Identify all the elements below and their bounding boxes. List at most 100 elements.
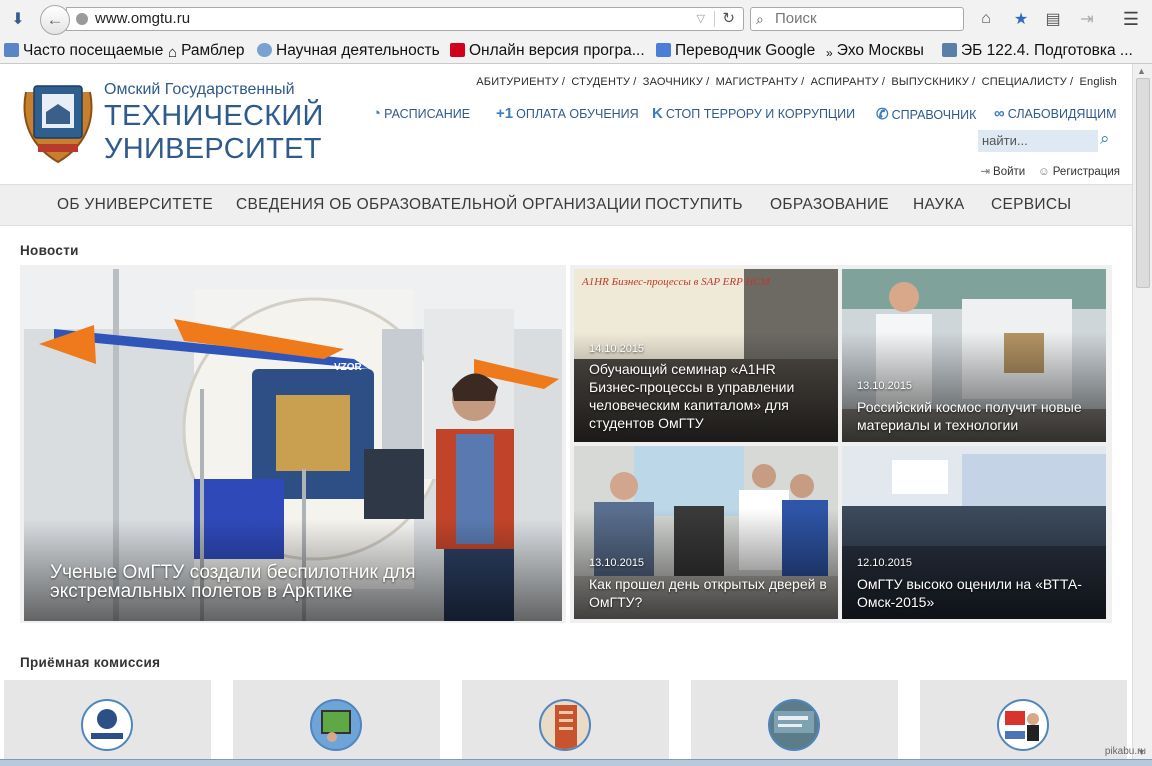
bookmark-item[interactable]: ⌂ Рамблер [168,42,244,61]
register-link[interactable]: ☺ Регистрация [1038,166,1120,178]
bookmarks-bar: Часто посещаемые ⌂ Рамблер Научная деятел… [0,38,1152,64]
featured-news-card[interactable]: VZOR Ученые ОмГТУ создали беспилотник дл… [24,269,562,621]
house-icon: ⌂ [168,44,178,61]
bookmark-item[interactable]: Онлайн версия програ... [450,42,645,60]
admissions-card[interactable] [233,680,440,759]
bookmarks-menu-icon[interactable]: ▤ [1042,8,1064,30]
search-icon: ⌕ [756,11,764,27]
logo-line2: ТЕХНИЧЕСКИЙ [104,100,324,132]
login-icon: ⇥ [980,166,991,178]
back-arrow-icon: ← [46,10,64,29]
reload-icon[interactable]: ↻ [722,8,735,30]
admissions-card[interactable] [920,680,1127,759]
taskbar-edge [0,759,1152,766]
audience-nav: АБИТУРИЕНТУ / СТУДЕНТУ / ЗАОЧНИКУ / МАГИСТР… [476,76,1117,88]
site-search-icon[interactable]: ⌕ [1100,129,1110,149]
quicklink-directory[interactable]: ✆ СПРАВОЧНИК [876,105,976,123]
scrollbar-thumb[interactable] [1136,78,1150,288]
news-title: ОмГТУ высоко оценили на «ВТТА-Омск-2015» [857,576,1082,610]
browser-search-placeholder: Поиск [775,10,817,27]
nav-specialist[interactable]: СПЕЦИАЛИСТУ [982,76,1067,88]
logo-line1: Омский Государственный [104,81,295,98]
folder-icon [4,43,19,57]
echo-icon: » [826,46,833,60]
nav-graduate[interactable]: ВЫПУСКНИКУ [891,76,969,88]
nav-english[interactable]: English [1080,76,1117,88]
quicklink-schedule[interactable]: ◔ РАСПИСАНИЕ [372,105,470,122]
nav-postgraduate[interactable]: АСПИРАНТУ [811,76,879,88]
page-scrollbar[interactable]: ▲ ▼ [1132,64,1152,759]
bookmark-star-icon[interactable]: ★ [1010,8,1032,30]
auth-links: ⇥ Войти ☺ Регистрация [980,164,1120,178]
news-title: Российский космос получит новые материал… [857,399,1082,433]
news-title: Обучающий семинар «A1HR Бизнес-процессы … [589,361,795,431]
featured-news: VZOR Ученые ОмГТУ создали беспилотник дл… [20,265,566,623]
nav-applicant[interactable]: АБИТУРИЕНТУ [476,76,559,88]
featured-news-caption: Ученые ОмГТУ создали беспилотник для экс… [50,562,416,602]
news-date: 13.10.2015 [589,557,645,569]
home-icon[interactable]: ⌂ [975,8,997,30]
main-menu: ОБ УНИВЕРСИТЕТЕ СВЕДЕНИЯ ОБ ОБРАЗОВАТЕЛЬ… [0,184,1132,226]
news-heading: Новости [20,243,79,258]
globe-icon [76,13,88,25]
glasses-icon: ∞ [994,105,1005,122]
sign-icon [768,699,820,751]
pocket-icon[interactable]: ⇥ [1076,8,1098,30]
nav-master[interactable]: МАГИСТРАНТУ [716,76,798,88]
bookmark-item[interactable]: » Эхо Москвы [826,42,924,60]
quicklink-payment[interactable]: +1 ОПЛАТА ОБУЧЕНИЯ [496,105,639,122]
news-date: 13.10.2015 [857,380,913,392]
tablet-icon [310,699,362,751]
news-tile[interactable]: 13.10.2015 Российский космос получит нов… [842,269,1106,442]
news-tile[interactable]: 12.10.2015 ОмГТУ высоко оценили на «ВТТА… [842,446,1106,619]
building-icon [539,699,591,751]
physics-lyceum-icon [81,699,133,751]
library-icon [942,43,957,57]
bookmark-item[interactable]: ЭБ 122.4. Подготовка ... [942,42,1133,60]
browser-search-input[interactable]: ⌕ Поиск [750,7,964,31]
menu-org-info[interactable]: СВЕДЕНИЯ ОБ ОБРАЗОВАТЕЛЬНОЙ ОРГАНИЗАЦИИ [236,196,641,214]
bookmark-item[interactable]: Часто посещаемые [4,42,163,60]
url-text: www.omgtu.ru [95,10,191,27]
news-tile[interactable]: 13.10.2015 Как прошел день открытых двер… [574,446,838,619]
news-grid: A1HR Бизнес-процессы в SAP ERP HCM 14.10… [570,265,1112,623]
menu-education[interactable]: ОБРАЗОВАНИЕ [770,196,889,214]
admissions-card[interactable] [462,680,669,759]
quick-links: ◔ РАСПИСАНИЕ +1 ОПЛАТА ОБУЧЕНИЯ K СТОП ТЕРР… [372,102,1122,124]
person-icon: ☺ [1038,166,1050,178]
url-bar[interactable]: www.omgtu.ru ▽ ↻ [66,7,744,31]
logo-line3: УНИВЕРСИТЕТ [104,133,322,165]
url-dropdown-icon[interactable]: ▽ [697,8,705,30]
hamburger-menu-icon[interactable]: ☰ [1120,8,1142,30]
watermark: pikabu.ru [1104,746,1146,757]
news-date: 14.10.2015 [589,343,645,355]
plus-one-icon: +1 [496,105,514,122]
news-date: 12.10.2015 [857,557,913,569]
ege-icon [997,699,1049,751]
news-tile[interactable]: A1HR Бизнес-процессы в SAP ERP HCM 14.10… [574,269,838,442]
nav-extramural[interactable]: ЗАОЧНИКУ [643,76,703,88]
back-button[interactable]: ← [40,5,70,35]
menu-services[interactable]: СЕРВИСЫ [991,196,1071,214]
download-icon[interactable]: ⬇ [7,8,29,30]
nav-student[interactable]: СТУДЕНТУ [571,76,630,88]
phone-icon: ✆ [876,106,889,123]
web-page: Омский Государственный ТЕХНИЧЕСКИЙ УНИВЕ… [0,64,1132,759]
menu-science[interactable]: НАУКА [913,196,965,214]
scroll-up-icon[interactable]: ▲ [1137,66,1146,76]
login-link[interactable]: ⇥ Войти [980,166,1025,178]
menu-apply[interactable]: ПОСТУПИТЬ [645,196,743,214]
menu-about[interactable]: ОБ УНИВЕРСИТЕТЕ [57,196,213,214]
browser-toolbar: ⬇ www.omgtu.ru ▽ ↻ ← ⌕ Поиск ⌂ ★ ▤ ⇥ ☰ [0,0,1152,38]
bookmark-item[interactable]: Переводчик Google [656,42,815,60]
admissions-card[interactable] [691,680,898,759]
quicklink-visually-impaired[interactable]: ∞ СЛАБОВИДЯЩИМ [994,105,1117,122]
admissions-card[interactable] [4,680,211,759]
slide-text: A1HR Бизнес-процессы в SAP ERP HCM [581,276,771,288]
quicklink-anti-terror[interactable]: K СТОП ТЕРРОРУ И КОРРУПЦИИ [652,105,855,122]
bookmark-item[interactable]: Научная деятельность [257,42,440,60]
university-crest-icon[interactable] [20,82,96,166]
drone-label: VZOR [334,362,363,373]
admissions-heading: Приёмная комиссия [20,655,161,670]
site-search-input[interactable]: найти... [978,130,1098,152]
